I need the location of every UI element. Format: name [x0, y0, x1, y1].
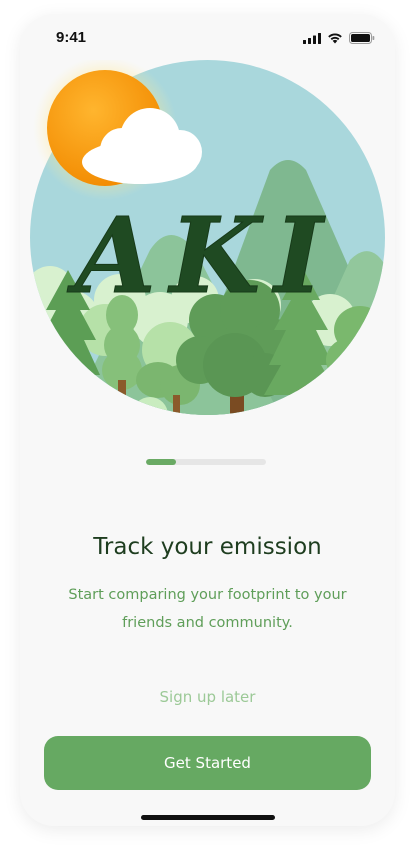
status-icons — [303, 32, 375, 44]
hero-illustration: AKI — [30, 60, 385, 415]
phone-screen: 9:41 AKI Track your emission Start compa… — [20, 14, 395, 826]
cellular-signal-icon — [303, 32, 321, 44]
battery-icon — [349, 32, 375, 44]
onboarding-progress — [146, 459, 266, 465]
get-started-button[interactable]: Get Started — [44, 736, 371, 790]
status-time: 9:41 — [56, 29, 87, 46]
onboarding-title: Track your emission — [93, 534, 322, 560]
status-bar: 9:41 — [20, 14, 395, 58]
home-indicator — [141, 815, 275, 820]
onboarding-progress-fill — [146, 459, 176, 465]
sign-up-later-link[interactable]: Sign up later — [20, 688, 395, 706]
onboarding-subtitle: Start comparing your footprint to your f… — [68, 587, 347, 631]
wifi-icon — [328, 33, 342, 44]
app-logo: AKI — [66, 194, 337, 317]
